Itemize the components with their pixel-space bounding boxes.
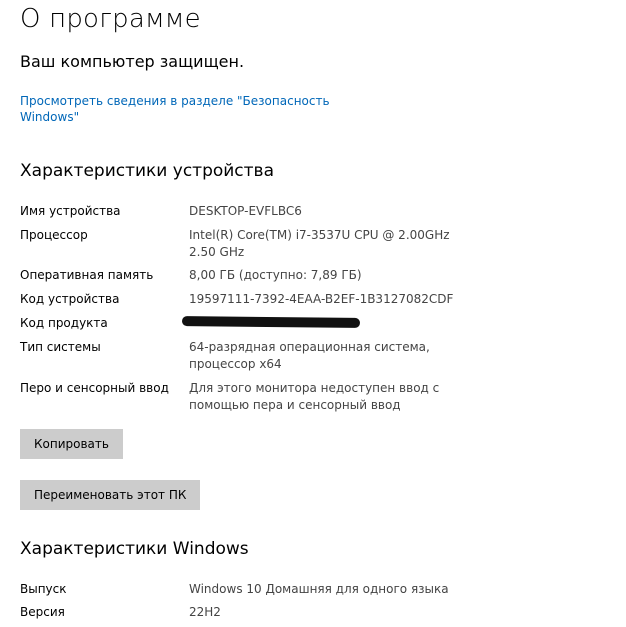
spec-label: Версия (20, 605, 65, 619)
spec-value: 19597111-7392-4EAA-B2EF-1B3127082CDF (189, 292, 454, 306)
windows-specs-heading: Характеристики Windows (20, 539, 249, 559)
spec-label: Процессор (20, 228, 88, 242)
spec-value: Intel(R) Core(TM) i7-3537U CPU @ 2.00GHz… (189, 228, 450, 259)
copy-button[interactable]: Копировать (20, 429, 123, 459)
spec-value: 64-разрядная операционная система, проце… (189, 340, 430, 371)
spec-value: Windows 10 Домашняя для одного языка (189, 582, 449, 596)
windows-security-link[interactable]: Просмотреть сведения в разделе "Безопасн… (20, 93, 330, 125)
rename-pc-button[interactable]: Переименовать этот ПК (20, 480, 201, 510)
spec-label: Оперативная память (20, 268, 154, 282)
spec-value: 8,00 ГБ (доступно: 7,89 ГБ) (189, 268, 362, 282)
protection-status: Ваш компьютер защищен. (20, 52, 245, 71)
spec-label: Перо и сенсорный ввод (20, 381, 169, 395)
spec-value: 22H2 (189, 605, 221, 619)
spec-label: Выпуск (20, 582, 67, 596)
redaction-mark (181, 316, 361, 328)
device-specs-heading: Характеристики устройства (20, 161, 274, 181)
page-title: О программе (20, 4, 201, 34)
spec-label: Код продукта (20, 316, 108, 330)
spec-value: Для этого монитора недоступен ввод с пом… (189, 381, 440, 412)
spec-label: Код устройства (20, 292, 120, 306)
spec-label: Тип системы (20, 340, 101, 354)
spec-value: DESKTOP-EVFLBC6 (189, 204, 302, 218)
spec-label: Имя устройства (20, 204, 121, 218)
